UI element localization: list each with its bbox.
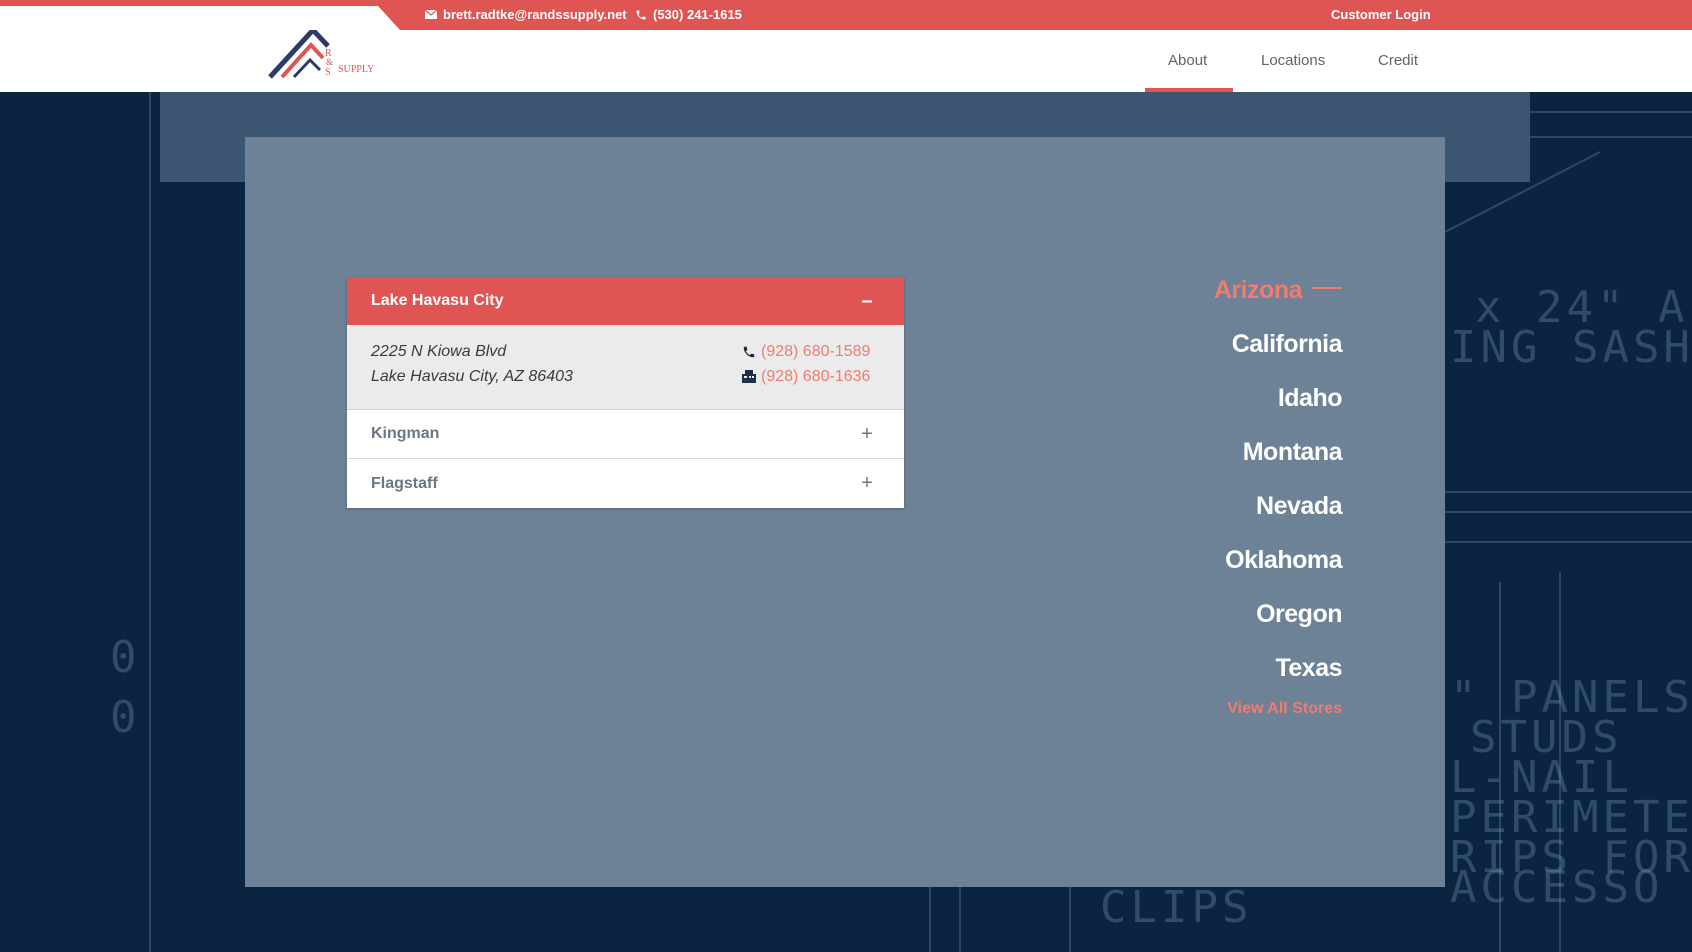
topbar-phone-text[interactable]: (530) 241-1615	[653, 7, 742, 22]
state-arizona[interactable]: Arizona	[1100, 276, 1342, 330]
customer-login-text[interactable]: Customer Login	[1331, 7, 1431, 22]
nav-about[interactable]: About	[1168, 52, 1207, 69]
nav-locations[interactable]: Locations	[1261, 52, 1325, 69]
company-logo[interactable]: R & S SUPPLY	[268, 26, 378, 80]
nav-credit[interactable]: Credit	[1378, 52, 1418, 69]
topbar-email[interactable]: brett.radtke@randssupply.net	[425, 7, 627, 22]
topbar-email-text[interactable]: brett.radtke@randssupply.net	[443, 7, 627, 22]
store-fax[interactable]: (928) 680-1636	[742, 364, 870, 389]
expand-icon[interactable]: +	[860, 423, 874, 446]
svg-text:SUPPLY: SUPPLY	[338, 64, 374, 75]
store-address: 2225 N Kiowa Blvd Lake Havasu City, AZ 8…	[371, 339, 573, 389]
topbar-logo-notch	[0, 6, 400, 30]
state-montana[interactable]: Montana	[1100, 438, 1343, 492]
store-header-kingman[interactable]: Kingman +	[347, 410, 904, 459]
state-oregon[interactable]: Oregon	[1100, 600, 1342, 654]
mail-icon	[425, 10, 437, 19]
store-name: Kingman	[371, 425, 440, 442]
store-header-lake-havasu-city[interactable]: Lake Havasu City –	[347, 277, 904, 325]
collapse-icon[interactable]: –	[860, 290, 874, 313]
phone-icon	[635, 9, 647, 21]
store-contacts: (928) 680-1589 (928) 680-1636	[742, 339, 870, 389]
store-details: 2225 N Kiowa Blvd Lake Havasu City, AZ 8…	[347, 325, 904, 410]
address-line-1: 2225 N Kiowa Blvd	[371, 343, 507, 360]
svg-text:&: &	[326, 57, 333, 67]
store-phone-number[interactable]: (928) 680-1589	[761, 339, 870, 364]
store-fax-number[interactable]: (928) 680-1636	[761, 364, 870, 389]
store-accordion: Lake Havasu City – 2225 N Kiowa Blvd Lak…	[347, 277, 904, 508]
top-contact-bar: brett.radtke@randssupply.net (530) 241-1…	[0, 0, 1692, 30]
store-name: Flagstaff	[371, 474, 438, 492]
svg-text:S: S	[325, 67, 331, 78]
fax-icon	[742, 370, 756, 383]
state-california[interactable]: California	[1100, 330, 1343, 384]
view-all-stores-link[interactable]: View All Stores	[1100, 700, 1342, 718]
phone-icon	[742, 345, 756, 359]
state-nevada[interactable]: Nevada	[1100, 492, 1342, 546]
state-oklahoma[interactable]: Oklahoma	[1100, 546, 1342, 600]
state-list: Arizona California Idaho Montana Nevada …	[1100, 276, 1343, 718]
main-header: R & S SUPPLY About Locations Credit	[0, 26, 1692, 92]
store-name: Lake Havasu City	[371, 292, 504, 309]
customer-login-link[interactable]: Customer Login	[1331, 7, 1431, 22]
expand-icon[interactable]: +	[860, 472, 874, 495]
store-phone[interactable]: (928) 680-1589	[742, 339, 870, 364]
store-header-flagstaff[interactable]: Flagstaff +	[347, 459, 904, 508]
topbar-phone[interactable]: (530) 241-1615	[635, 7, 742, 22]
state-idaho[interactable]: Idaho	[1100, 384, 1343, 438]
state-label[interactable]: Arizona	[1214, 276, 1303, 304]
active-state-dash	[1312, 287, 1342, 290]
address-line-2: Lake Havasu City, AZ 86403	[371, 368, 573, 385]
